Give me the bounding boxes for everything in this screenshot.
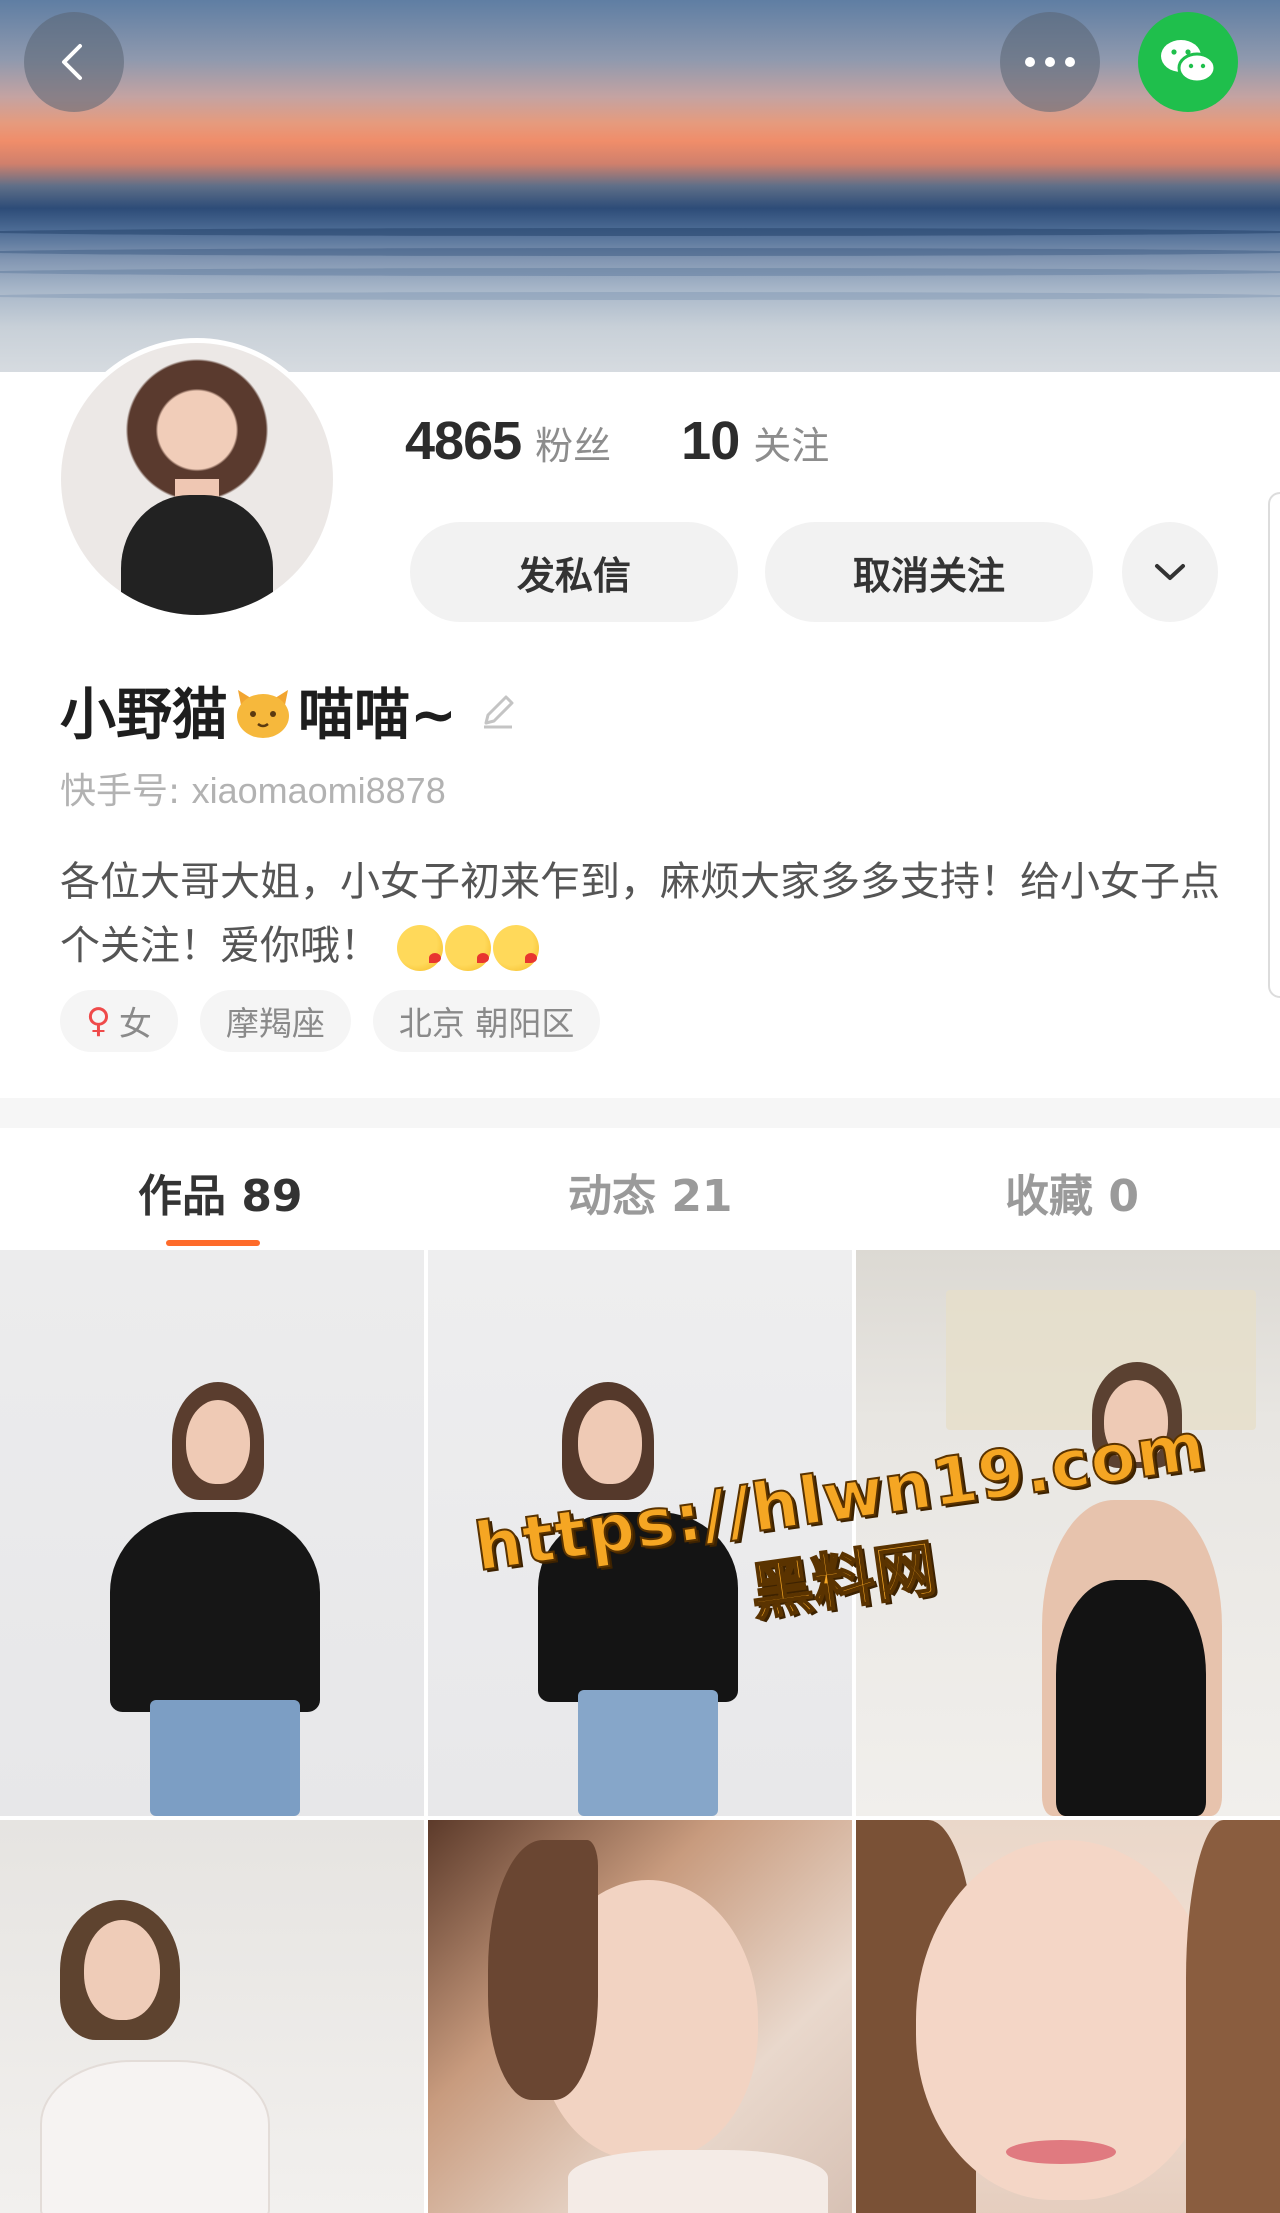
cover-wave [0, 228, 1280, 236]
kiss-emoji-group [396, 925, 539, 971]
cover-wave [0, 292, 1280, 300]
followers-label[interactable]: 粉丝 [535, 415, 611, 470]
video-thumbnail[interactable] [0, 1250, 424, 1816]
kiss-emoji-icon [492, 925, 539, 971]
profile-tags: ♀ 女 摩羯座 北京 朝阳区 [60, 990, 601, 1052]
followers-count[interactable]: 4865 [405, 410, 522, 472]
tag-location[interactable]: 北京 朝阳区 [372, 990, 601, 1052]
wechat-icon [1161, 40, 1217, 84]
tag-gender: ♀ 女 [60, 990, 178, 1052]
kuaishou-id-label: 快手号: [60, 771, 192, 812]
chevron-down-icon [1155, 564, 1185, 580]
section-divider [0, 1098, 1280, 1128]
avatar[interactable] [56, 338, 338, 620]
avatar-image [61, 343, 333, 615]
video-thumbnail[interactable] [856, 1820, 1280, 2213]
nickname-text: 小野猫 [60, 683, 228, 748]
kuaishou-id-value: xiaomaomi8878 [191, 770, 446, 811]
kiss-emoji-icon [396, 925, 443, 971]
wechat-share-button[interactable] [1138, 12, 1238, 112]
female-icon: ♀ [86, 1001, 111, 1041]
kuaishou-id: 快手号: xiaomaomi8878 [60, 762, 446, 814]
tag-label: 摩羯座 [225, 1004, 325, 1043]
video-thumbnail[interactable] [0, 1820, 424, 2213]
cover-wave [0, 268, 1280, 276]
following-count[interactable]: 10 [681, 410, 740, 472]
unfollow-button[interactable]: 取消关注 [765, 522, 1093, 622]
cover-wave [0, 248, 1280, 256]
tag-zodiac: 摩羯座 [199, 990, 351, 1052]
tag-label: 北京 朝阳区 [398, 1004, 575, 1043]
profile-bio: 各位大哥大姐，小女子初来乍到，麻烦大家多多支持！给小女子点个关注！爱你哦！ [60, 850, 1220, 978]
avatar-figure [120, 495, 274, 615]
following-label[interactable]: 关注 [753, 415, 829, 470]
active-tab-indicator [166, 1240, 260, 1246]
kiss-emoji-icon [444, 925, 491, 971]
back-arrow-icon [62, 44, 82, 80]
nickname-text: 喵喵~ [298, 683, 457, 748]
back-button[interactable] [24, 12, 124, 112]
more-button[interactable] [1000, 12, 1100, 112]
expand-recommend-button[interactable] [1122, 522, 1218, 622]
side-drawer-handle[interactable] [1268, 492, 1280, 998]
tab-favorites[interactable]: 收藏 0 [1005, 1160, 1139, 1224]
profile-nickname: 小野猫 喵喵~ [60, 670, 521, 751]
tag-label: 女 [118, 1004, 152, 1043]
profile-stats: 4865 粉丝 10 关注 [405, 410, 899, 472]
works-grid [0, 1250, 1280, 2213]
video-thumbnail[interactable] [428, 1820, 852, 2213]
content-tabs: 作品 89 动态 21 收藏 0 [0, 1128, 1280, 1250]
edit-pencil-icon[interactable] [475, 688, 521, 734]
more-dots-icon [1025, 57, 1075, 67]
profile-cover-image [0, 0, 1280, 372]
send-message-button[interactable]: 发私信 [410, 522, 738, 622]
tab-works[interactable]: 作品 89 [138, 1160, 303, 1224]
bio-text: 各位大哥大姐，小女子初来乍到，麻烦大家多多支持！给小女子点个关注！爱你哦！ [60, 859, 1220, 969]
cat-face-icon [232, 680, 294, 742]
tab-moments[interactable]: 动态 21 [568, 1160, 733, 1224]
